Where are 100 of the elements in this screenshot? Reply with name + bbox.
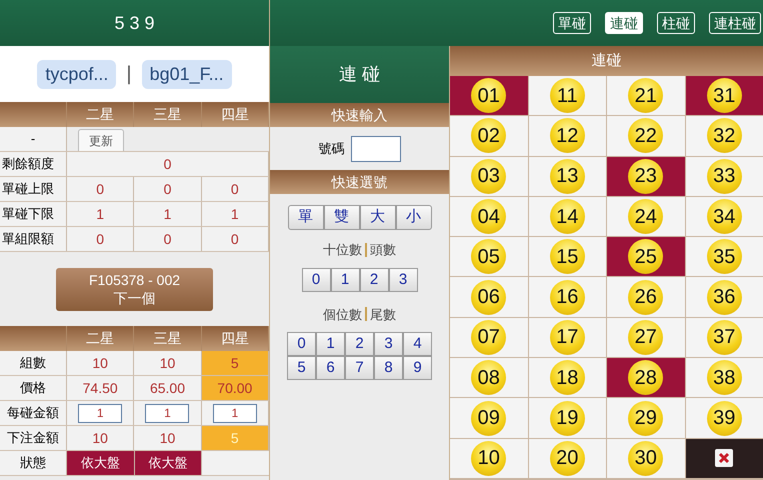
amount-field[interactable]: 1 [212,404,257,422]
table-cell: 0 [67,152,269,176]
number-cell[interactable]: 07 [450,318,528,358]
tail-label: 尾數 [370,306,396,324]
game-title: 5 3 9 [114,12,155,34]
number-cell[interactable]: 38 [686,358,763,398]
section-header: 快速選號 [270,170,449,194]
table-cell: 10 [67,426,134,450]
number-cell[interactable]: 10 [450,438,528,478]
row-label: 每碰金額 [0,401,67,425]
table-cell: 0 [134,177,202,201]
digit-button[interactable]: 2 [345,332,374,356]
quick-pick-button[interactable]: 雙 [324,205,360,230]
digit-button[interactable]: 0 [287,332,316,356]
mode-tab[interactable]: 連柱碰 [709,12,761,34]
number-cell[interactable]: 33 [686,156,763,196]
number-cell[interactable]: 25 [607,237,684,276]
number-cell[interactable]: 22 [607,116,684,156]
quick-pick-button[interactable]: 大 [360,205,396,230]
next-button[interactable]: F105378 - 002 下一個 [56,268,213,310]
number-cell[interactable]: 16 [528,277,606,317]
number-cell[interactable]: 11 [528,76,606,116]
separator-text: | [126,62,132,87]
number-label: 號碼 [318,140,344,158]
number-cell[interactable]: 19 [528,398,606,438]
table-cell: 1 [202,202,269,226]
digit-button[interactable]: 3 [388,268,418,292]
number-cell[interactable]: 30 [607,438,684,478]
digit-button[interactable]: 5 [287,356,316,380]
grid-header: 連碰 [450,46,763,76]
digit-button[interactable]: 0 [302,268,330,292]
number-cell[interactable]: 29 [607,398,684,438]
mode-tab[interactable]: 柱碰 [657,12,695,34]
digit-button[interactable]: 6 [316,356,345,380]
number-cell[interactable]: 12 [528,116,606,156]
close-icon [715,449,734,468]
digit-button[interactable]: 8 [374,356,403,380]
row-label: 剩餘額度 [0,152,67,176]
number-cell[interactable]: 08 [450,358,528,398]
table-cell: 5 [202,426,269,450]
row-label: - [0,127,67,151]
digit-button[interactable]: 7 [345,356,374,380]
row-label: 組數 [0,351,67,375]
digit-button[interactable]: 1 [330,268,360,292]
number-cell[interactable]: 20 [528,438,606,478]
number-cell[interactable]: 34 [686,196,763,236]
row-label: 單碰上限 [0,177,67,201]
number-cell[interactable]: 09 [450,398,528,438]
mode-tab[interactable]: 連碰 [605,12,643,34]
digit-button[interactable]: 3 [374,332,403,356]
table-cell: 70.00 [202,376,269,400]
number-cell[interactable]: 39 [686,398,763,438]
number-cell[interactable]: 32 [686,116,763,156]
number-cell[interactable]: 27 [607,318,684,358]
digit-button[interactable]: 1 [316,332,345,356]
number-cell[interactable]: 01 [450,76,528,116]
number-cell[interactable]: 03 [450,156,528,196]
status-badge: 依大盤 [134,451,202,475]
table-cell: 74.50 [67,376,134,400]
row-label: 價格 [0,376,67,400]
tens-label: 十位數 [323,241,362,259]
number-cell[interactable]: 31 [686,76,763,116]
table-cell: 0 [202,227,269,251]
units-label: 個位數 [323,306,362,324]
number-cell[interactable]: 37 [686,318,763,358]
mode-tab[interactable]: 單碰 [553,12,591,34]
number-cell[interactable]: 18 [528,358,606,398]
table-cell: 0 [67,177,134,201]
number-cell[interactable]: 21 [607,76,684,116]
row-label: 單碰下限 [0,202,67,226]
number-cell[interactable]: 05 [450,237,528,276]
number-cell[interactable]: 02 [450,116,528,156]
digit-button[interactable]: 2 [360,268,388,292]
refresh-tab[interactable]: 更新 [78,129,124,151]
number-cell[interactable]: 35 [686,237,763,276]
number-cell[interactable]: 14 [528,196,606,236]
number-cell[interactable]: 26 [607,277,684,317]
quick-pick-button[interactable]: 單 [288,205,324,230]
amount-field[interactable]: 1 [145,404,190,422]
account-badge: bg01_F... [142,60,232,88]
digit-button[interactable]: 9 [403,356,432,380]
table-cell: 0 [202,177,269,201]
table-cell: 1 [67,202,134,226]
number-field[interactable] [350,136,400,162]
number-cell[interactable]: 13 [528,156,606,196]
number-cell[interactable]: 17 [528,318,606,358]
row-label: 單組限額 [0,227,67,251]
number-cell[interactable]: 23 [607,156,684,196]
clear-button[interactable] [686,438,763,478]
number-cell[interactable]: 15 [528,237,606,276]
number-cell[interactable]: 06 [450,277,528,317]
number-cell[interactable]: 04 [450,196,528,236]
amount-field[interactable]: 1 [78,404,122,422]
quick-pick-button[interactable]: 小 [396,205,432,230]
table-cell: 5 [202,351,269,375]
table-cell: 0 [67,227,134,251]
number-cell[interactable]: 28 [607,358,684,398]
number-cell[interactable]: 36 [686,277,763,317]
number-cell[interactable]: 24 [607,196,684,236]
digit-button[interactable]: 4 [403,332,432,356]
